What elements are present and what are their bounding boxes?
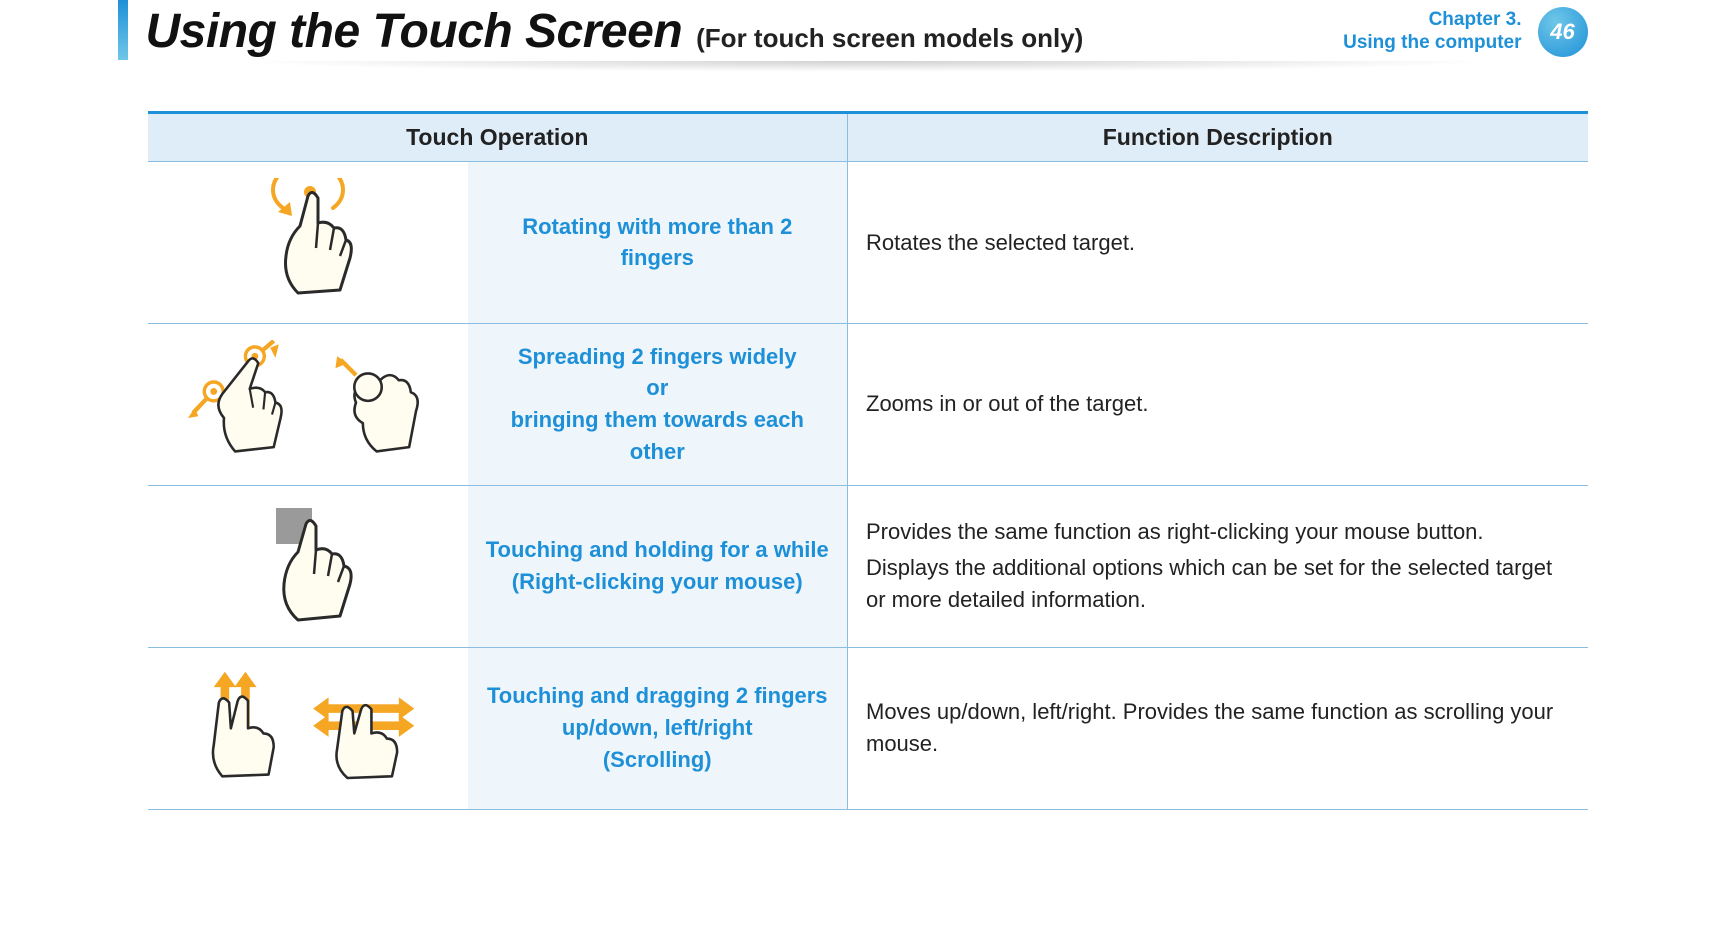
touch-operations-table: Touch Operation Function Description Rot… bbox=[148, 111, 1588, 810]
manual-page: Using the Touch Screen (For touch screen… bbox=[118, 0, 1618, 850]
table-row: Spreading 2 fingers widely or bringing t… bbox=[148, 323, 1588, 485]
page-title: Using the Touch Screen bbox=[146, 4, 683, 59]
operation-name: Spreading 2 fingers widely or bringing t… bbox=[468, 323, 848, 485]
operation-description: Zooms in or out of the target. bbox=[848, 323, 1588, 485]
rotate-gesture-icon bbox=[228, 178, 388, 298]
table-row: Rotating with more than 2 fingers Rotate… bbox=[148, 162, 1588, 324]
chapter-block: Chapter 3. Using the computer 46 bbox=[1343, 7, 1587, 57]
page-number-badge: 46 bbox=[1538, 7, 1588, 57]
column-header-description: Function Description bbox=[848, 113, 1588, 162]
header-accent-bar bbox=[118, 0, 128, 60]
touch-hold-gesture-icon bbox=[228, 502, 388, 622]
header-shadow bbox=[118, 61, 1618, 83]
gesture-icon-cell bbox=[148, 485, 468, 647]
gesture-icon-cell bbox=[148, 323, 468, 485]
title-block: Using the Touch Screen (For touch screen… bbox=[138, 4, 1084, 59]
operation-name: Rotating with more than 2 fingers bbox=[468, 162, 848, 324]
page-subtitle: (For touch screen models only) bbox=[696, 23, 1083, 54]
table-row: Touching and holding for a while (Right-… bbox=[148, 485, 1588, 647]
table-row: Touching and dragging 2 fingers up/down,… bbox=[148, 647, 1588, 809]
chapter-line-1: Chapter 3. bbox=[1343, 9, 1521, 32]
operation-description: Provides the same function as right-clic… bbox=[848, 485, 1588, 647]
gesture-icon-cell bbox=[148, 647, 468, 809]
two-finger-scroll-gesture-icon bbox=[188, 664, 428, 784]
pinch-zoom-gesture-icon bbox=[188, 340, 428, 460]
operation-name: Touching and holding for a while (Right-… bbox=[468, 485, 848, 647]
operation-description: Rotates the selected target. bbox=[848, 162, 1588, 324]
operation-name: Touching and dragging 2 fingers up/down,… bbox=[468, 647, 848, 809]
column-header-operation: Touch Operation bbox=[148, 113, 848, 162]
page-number: 46 bbox=[1550, 19, 1574, 45]
chapter-text: Chapter 3. Using the computer bbox=[1343, 9, 1521, 55]
page-header: Using the Touch Screen (For touch screen… bbox=[118, 0, 1618, 59]
gesture-icon-cell bbox=[148, 162, 468, 324]
chapter-line-2: Using the computer bbox=[1343, 32, 1521, 55]
operation-description: Moves up/down, left/right. Provides the … bbox=[848, 647, 1588, 809]
